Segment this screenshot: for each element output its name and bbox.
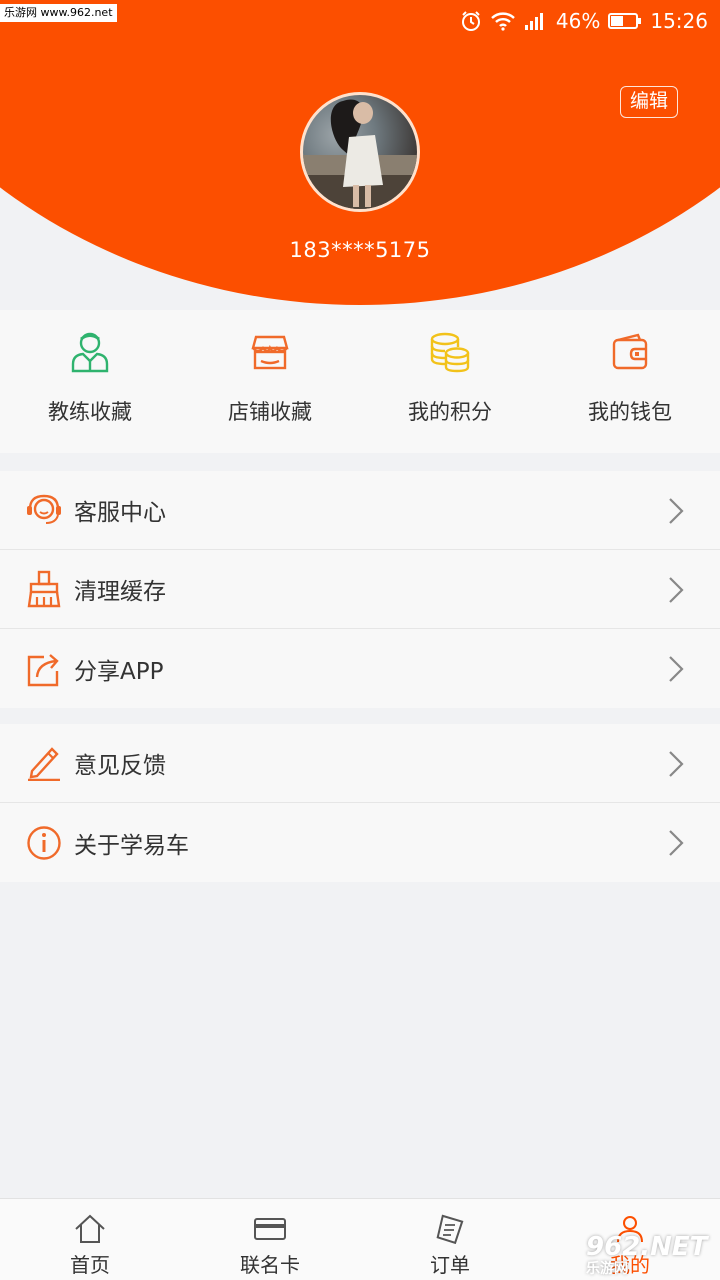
quick-store-favorites[interactable]: 店铺收藏 [180,310,360,453]
quick-my-points[interactable]: 我的积分 [360,310,540,453]
nav-orders[interactable]: 订单 [360,1199,540,1280]
wallet-icon [608,330,652,374]
store-icon [248,330,292,374]
watermark-main: 962.NET [586,1232,708,1262]
avatar[interactable] [300,92,420,212]
menu-clear-cache[interactable]: 清理缓存 [0,550,720,629]
status-bar: 46% 15:26 [460,6,708,36]
chevron-right-icon [668,750,684,782]
watermark-sub: 乐游网 [586,1261,628,1277]
quick-coach-favorites[interactable]: 教练收藏 [0,310,180,453]
site-watermark: 乐游网 www.962.net [0,4,117,22]
quick-label: 我的积分 [408,400,492,424]
quick-my-wallet[interactable]: 我的钱包 [540,310,720,453]
menu-label: 意见反馈 [74,753,166,779]
menu-label: 关于学易车 [74,832,189,859]
edit-profile-button[interactable]: 编辑 [620,86,678,118]
chevron-right-icon [668,655,684,687]
signal-icon [524,11,548,31]
chevron-right-icon [668,829,684,861]
menu-group-service: 客服中心 清理缓存 分享APP [0,471,720,708]
chevron-right-icon [668,576,684,608]
card-icon [253,1213,287,1245]
nav-cobrand-card[interactable]: 联名卡 [180,1199,360,1280]
clock-time: 15:26 [650,9,708,33]
share-icon [24,649,64,689]
menu-label: 清理缓存 [74,579,166,605]
user-phone: 183****5175 [289,238,431,262]
menu-label: 客服中心 [74,500,166,526]
menu-about[interactable]: 关于学易车 [0,803,720,882]
menu-share-app[interactable]: 分享APP [0,629,720,708]
menu-feedback[interactable]: 意见反馈 [0,724,720,803]
headset-icon [24,490,64,530]
pencil-icon [24,743,64,783]
chevron-right-icon [668,497,684,529]
quick-label: 我的钱包 [588,400,672,424]
nav-label: 首页 [70,1253,110,1277]
menu-customer-service[interactable]: 客服中心 [0,471,720,550]
quick-actions: 教练收藏 店铺收藏 我的积分 我的钱包 [0,310,720,453]
battery-icon [608,11,642,31]
nav-label: 联名卡 [240,1253,300,1277]
battery-percent: 46% [555,9,601,33]
coins-icon [428,330,472,374]
info-icon [24,823,64,863]
menu-group-about: 意见反馈 关于学易车 [0,724,720,882]
nav-label: 订单 [430,1253,470,1277]
menu-label: 分享APP [74,658,164,685]
coach-icon [68,330,112,374]
order-icon [433,1213,467,1245]
nav-home[interactable]: 首页 [0,1199,180,1280]
quick-label: 教练收藏 [48,400,132,424]
wifi-icon [490,11,516,31]
site-watermark-bottom: 962.NET 乐游网 [586,1232,714,1277]
quick-label: 店铺收藏 [228,400,312,424]
home-icon [73,1213,107,1245]
broom-icon [24,569,64,609]
alarm-icon [460,10,482,32]
